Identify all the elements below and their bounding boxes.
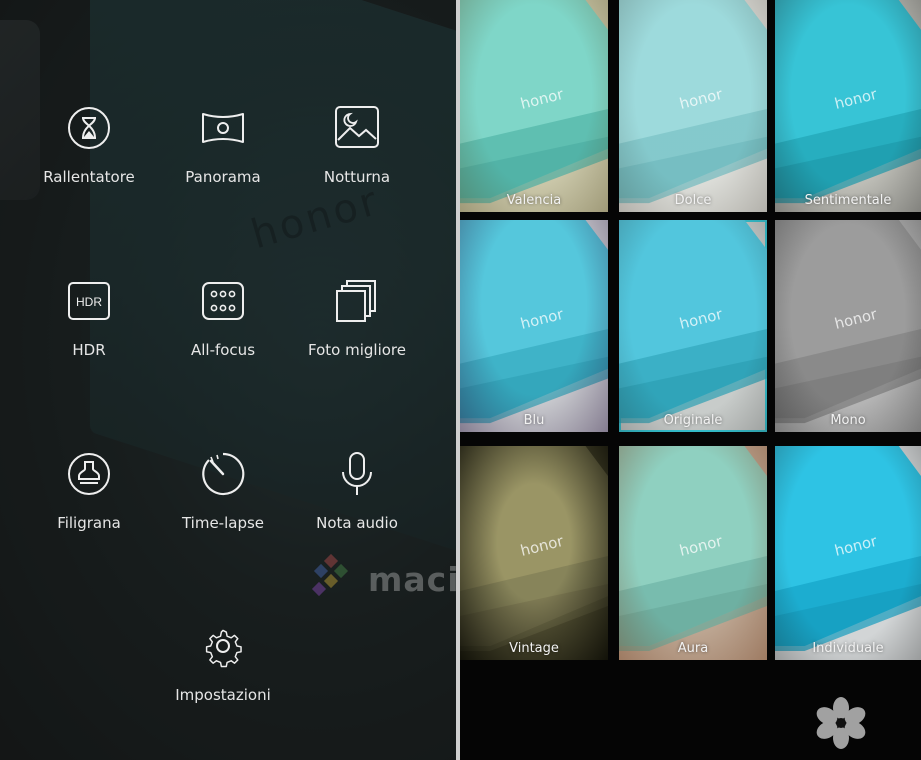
mode-all-focus[interactable]: All-focus [153, 277, 293, 359]
filter-tile-dolce[interactable]: honor Dolce [619, 0, 767, 212]
watermark-stamp-icon [68, 453, 110, 495]
mode-label: Rallentatore [43, 168, 135, 186]
filter-preview: honor [619, 220, 767, 432]
watermark-logo-icon [311, 554, 349, 597]
filter-label: Originale [663, 413, 723, 428]
filter-preview: honor [775, 0, 921, 212]
microphone-icon [342, 452, 372, 495]
mode-filigrana[interactable]: Filigrana [19, 450, 159, 532]
filter-tile-individuale[interactable]: honor Individuale [775, 446, 921, 660]
timelapse-icon [202, 452, 245, 496]
filter-label: Mono [830, 413, 866, 428]
gear-icon [205, 629, 242, 668]
filter-label: Vintage [509, 641, 559, 656]
filter-label: Blu [523, 413, 545, 428]
filter-preview: honor [619, 446, 767, 660]
filter-tile-originale[interactable]: honor Originale [619, 220, 767, 432]
all-focus-icon [202, 282, 244, 320]
mode-label: Impostazioni [175, 686, 271, 704]
filter-tile-aura[interactable]: honor Aura [619, 446, 767, 660]
mode-label: Nota audio [316, 514, 398, 532]
filter-preview: honor [460, 0, 608, 212]
mode-notturna[interactable]: Notturna [287, 104, 427, 186]
mode-impostazioni[interactable]: Impostazioni [153, 622, 293, 704]
filter-tile-valencia[interactable]: honor Valencia [460, 0, 608, 212]
filter-tile-mono[interactable]: honor Mono [775, 220, 921, 432]
filter-preview: honor [775, 446, 921, 660]
mode-label: Panorama [185, 168, 261, 186]
mode-hdr[interactable]: HDR HDR [19, 277, 159, 359]
mode-label: All-focus [190, 341, 256, 359]
filter-label: Dolce [674, 193, 712, 208]
mode-nota-audio[interactable]: Nota audio [287, 450, 427, 532]
filter-label: Aura [677, 641, 709, 656]
mode-label: HDR [72, 341, 106, 359]
filter-preview: honor [619, 0, 767, 212]
camera-modes-panel: honor Rallentatore Panorama Notturna HDR [0, 0, 456, 760]
filter-tile-vintage[interactable]: honor Vintage [460, 446, 608, 660]
filters-panel: honor Valencia honor Dolce honor Sentimentale… [460, 0, 921, 760]
mode-label: Foto migliore [308, 341, 406, 359]
mode-label: Filigrana [57, 514, 121, 532]
mode-foto-migliore[interactable]: Foto migliore [287, 277, 427, 359]
mode-panorama[interactable]: Panorama [153, 104, 293, 186]
best-photo-icon [336, 280, 376, 322]
filter-label: Individuale [812, 641, 884, 656]
mode-time-lapse[interactable]: Time-lapse [153, 450, 293, 532]
filter-preview: honor [775, 220, 921, 432]
filter-preview: honor [460, 220, 608, 432]
mode-label: Time-lapse [181, 514, 265, 532]
filter-flower-icon[interactable] [814, 696, 868, 750]
svg-text:HDR: HDR [76, 295, 102, 309]
hdr-icon: HDR [68, 282, 110, 320]
hourglass-icon [68, 107, 110, 149]
mode-label: Notturna [323, 168, 391, 186]
filter-label: Valencia [506, 193, 562, 208]
panorama-icon [202, 113, 244, 143]
filter-preview: honor [460, 446, 608, 660]
filter-label: Sentimentale [804, 193, 892, 208]
night-image-icon [335, 106, 379, 148]
filter-tile-sentimentale[interactable]: honor Sentimentale [775, 0, 921, 212]
mode-rallentatore[interactable]: Rallentatore [19, 104, 159, 186]
filter-tile-blu[interactable]: honor Blu [460, 220, 608, 432]
